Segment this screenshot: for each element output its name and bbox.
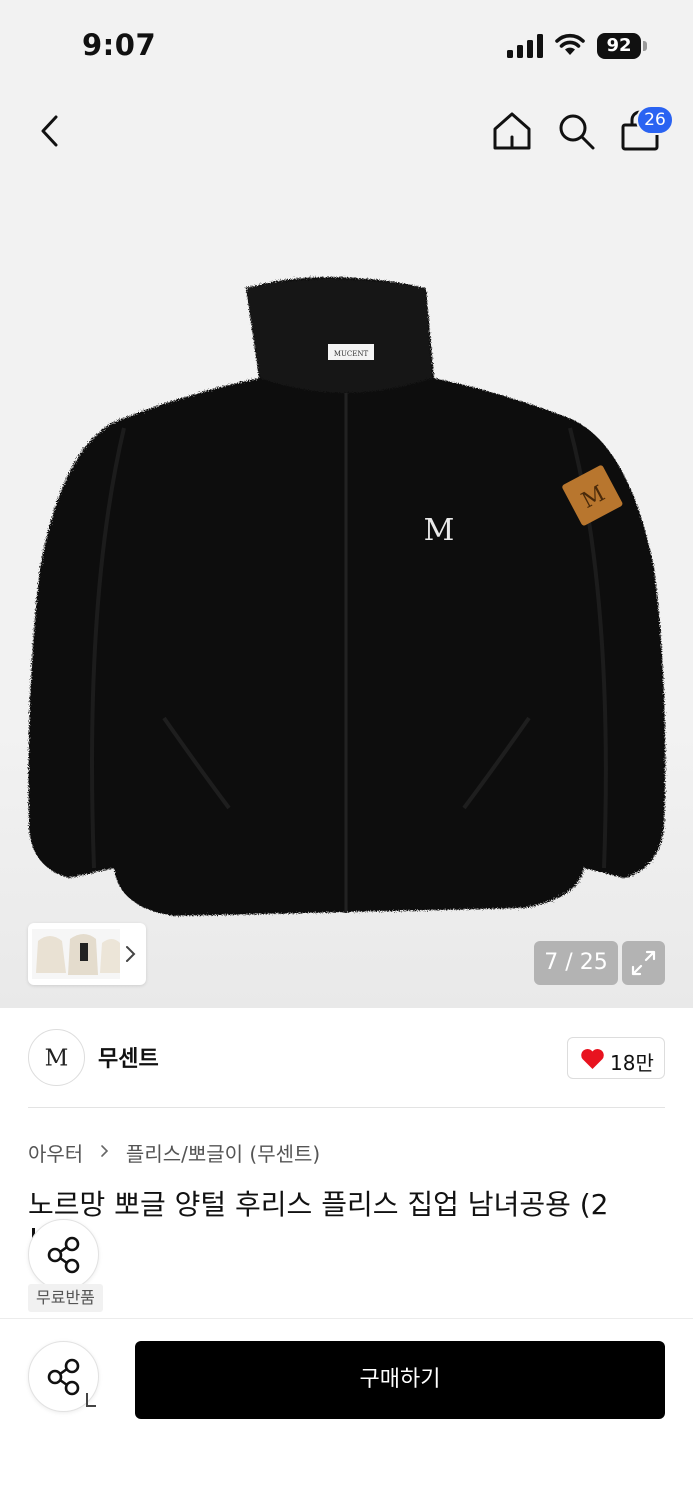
- divider: [28, 1107, 665, 1108]
- thumbnail-image: [32, 929, 120, 979]
- image-counter: 7 / 25: [534, 941, 618, 985]
- home-icon[interactable]: [490, 109, 534, 153]
- share-icon: [47, 1236, 80, 1274]
- brand-name[interactable]: 무센트: [98, 1041, 159, 1073]
- wifi-icon: [555, 33, 585, 55]
- signal-icon: [507, 34, 543, 58]
- breadcrumb: 아우터 플리스/뽀글이 (무센트): [28, 1138, 320, 1168]
- brand-logo-text: M: [45, 1046, 69, 1072]
- expand-icon[interactable]: [622, 941, 665, 985]
- battery-indicator: 92: [597, 33, 647, 59]
- chevron-right-icon: [100, 1145, 108, 1157]
- product-gallery[interactable]: 9:07 92 26 MUCENT M M 7 / 25: [0, 0, 693, 1008]
- battery-level: 92: [597, 33, 641, 59]
- floating-share-button[interactable]: [28, 1219, 99, 1290]
- brand-logo[interactable]: M: [28, 1029, 85, 1086]
- product-title: 노르망 뽀글 양털 후리스 플리스 집업 남녀공용 (2: [28, 1188, 609, 1221]
- neck-label-text: MUCENT: [334, 350, 369, 358]
- like-count: 18만: [610, 1051, 654, 1075]
- like-button[interactable]: 18만: [567, 1037, 665, 1079]
- cart-count-badge[interactable]: 26: [636, 105, 674, 135]
- brand-row[interactable]: M 무센트 18만: [0, 1008, 693, 1108]
- chest-logo: M: [424, 513, 455, 548]
- free-return-tag: 무료반품: [28, 1284, 103, 1312]
- breadcrumb-outer[interactable]: 아우터: [28, 1138, 83, 1167]
- status-bar: 9:07 92: [0, 0, 693, 92]
- breadcrumb-fleece[interactable]: 플리스/뽀글이 (무센트): [126, 1138, 320, 1167]
- search-icon[interactable]: [554, 109, 598, 153]
- chevron-right-icon[interactable]: [124, 941, 138, 967]
- chevron-left-icon[interactable]: [30, 109, 70, 153]
- thumbnail-strip[interactable]: [28, 923, 146, 985]
- bottom-action-bar: 구매하기: [0, 1318, 693, 1500]
- buy-button[interactable]: 구매하기: [135, 1341, 665, 1419]
- battery-tip: [643, 41, 647, 51]
- top-nav: [0, 95, 693, 165]
- status-time: 9:07: [82, 28, 157, 62]
- underlying-glyph-fragment: [86, 1393, 96, 1407]
- heart-icon: [581, 1049, 604, 1069]
- product-photo[interactable]: MUCENT M M: [24, 268, 670, 920]
